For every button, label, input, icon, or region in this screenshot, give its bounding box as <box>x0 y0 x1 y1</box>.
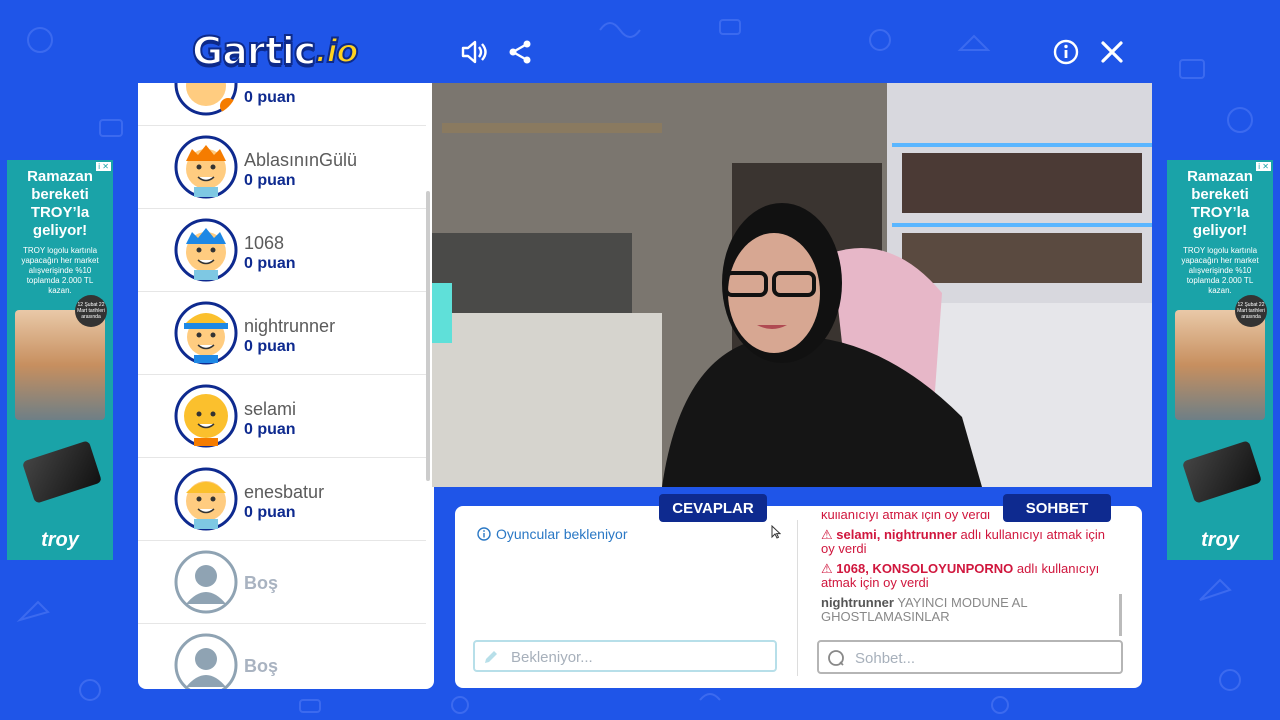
tab-answers[interactable]: CEVAPLAR <box>659 494 767 522</box>
panel-divider <box>797 520 798 676</box>
warning-icon: ⚠ <box>821 527 837 542</box>
message-text: kullanıcıyı atmak için oy verdi <box>821 512 991 522</box>
empty-avatar-icon <box>174 633 238 689</box>
ad-headline: Ramazan bereketi TROY’la geliyor! <box>27 168 93 239</box>
player-row[interactable]: 0 puan <box>138 83 426 126</box>
ad-brand: troy <box>1201 529 1239 551</box>
chat-input[interactable] <box>853 647 1117 669</box>
chat-message: ⚠ 1068, KONSOLOYUNPORNO adlı kullanıcıyı… <box>821 562 1117 590</box>
waiting-status: Oyuncular bekleniyor <box>477 526 628 542</box>
ad-card-image <box>1181 440 1263 504</box>
waiting-status-text: Oyuncular bekleniyor <box>496 526 628 542</box>
right-advertisement[interactable]: i ✕ Ramazan bereketi TROY’la geliyor! TR… <box>1167 160 1273 560</box>
player-points: 0 puan <box>244 338 296 355</box>
message-names: 1068, KONSOLOYUNPORNO <box>836 561 1014 576</box>
message-names: nightrunner <box>821 595 894 610</box>
logo-suffix-text: .io <box>314 31 359 71</box>
player-row[interactable]: enesbatur 0 puan <box>138 458 426 541</box>
adchoices-icon[interactable]: i ✕ <box>96 162 111 171</box>
player-avatar <box>174 301 238 365</box>
answer-field[interactable] <box>473 640 777 672</box>
ad-brand: troy <box>41 529 79 551</box>
player-name: nightrunner <box>244 316 336 336</box>
player-row[interactable]: AblasınınGülü 0 puan <box>138 126 426 209</box>
share-icon[interactable] <box>506 38 534 66</box>
player-points: 0 puan <box>244 89 296 106</box>
player-avatar <box>174 218 238 282</box>
ad-headline: Ramazan bereketi TROY’la geliyor! <box>1187 168 1253 239</box>
warning-icon: ⚠ <box>821 561 837 576</box>
player-row[interactable]: 1068 0 puan <box>138 209 426 292</box>
player-name: enesbatur <box>244 482 325 502</box>
chat-message: nightrunner YAYINCI MODUNE AL GHOSTLAMAS… <box>821 596 1117 624</box>
chat-message: ⚠ selami, nightrunner adlı kullanıcıyı a… <box>821 528 1117 556</box>
player-name: selami <box>244 399 297 419</box>
player-name: 1068 <box>244 233 285 253</box>
empty-slot: Boş <box>138 541 426 624</box>
player-avatar <box>174 384 238 448</box>
message-names: selami, nightrunner <box>836 527 957 542</box>
ad-card-image <box>21 440 103 504</box>
ad-date-badge: 12 Şubat 22 Mart tarihleri arasında <box>75 295 107 327</box>
player-row[interactable]: selami 0 puan <box>138 375 426 458</box>
player-name: AblasınınGülü <box>244 150 358 170</box>
logo-main-text: Gartic <box>191 28 317 74</box>
info-icon <box>477 527 491 541</box>
players-scrollbar[interactable] <box>426 191 430 481</box>
ad-body: TROY logolu kartınla yapacağın her marke… <box>21 246 99 295</box>
chat-bubble-icon <box>828 650 844 666</box>
player-row[interactable]: nightrunner 0 puan <box>138 292 426 375</box>
chat-scrollbar[interactable] <box>1119 594 1122 636</box>
player-points: 0 puan <box>244 504 296 521</box>
chat-field[interactable] <box>817 640 1123 674</box>
sound-icon[interactable] <box>460 38 488 66</box>
player-avatar <box>174 83 238 116</box>
players-panel[interactable]: 0 puan AblasınınGülü 0 puan 1068 0 puan … <box>138 83 434 689</box>
left-advertisement[interactable]: i ✕ Ramazan bereketi TROY’la geliyor! TR… <box>7 160 113 560</box>
pencil-icon <box>485 651 497 663</box>
player-avatar <box>174 135 238 199</box>
empty-slot: Boş <box>138 624 426 689</box>
answers-chat-panel: Oyuncular bekleniyor kullanıcıyı atmak i… <box>455 506 1142 688</box>
player-points: 0 puan <box>244 421 296 438</box>
chat-log[interactable]: kullanıcıyı atmak için oy verdi ⚠ selami… <box>821 512 1117 636</box>
player-avatar <box>174 467 238 531</box>
adchoices-icon[interactable]: i ✕ <box>1256 162 1271 171</box>
streamer-webcam-video <box>432 83 1152 487</box>
gartic-logo: Gartic .io <box>191 28 359 74</box>
info-icon[interactable] <box>1052 38 1080 66</box>
ad-body: TROY logolu kartınla yapacağın her marke… <box>1181 246 1259 295</box>
tab-chat[interactable]: SOHBET <box>1003 494 1111 522</box>
player-points: 0 puan <box>244 172 296 189</box>
empty-avatar-icon <box>174 550 238 614</box>
mouse-cursor-icon <box>771 525 781 539</box>
player-points: 0 puan <box>244 255 296 272</box>
player-name: Boş <box>244 573 279 593</box>
answer-input[interactable] <box>509 646 773 668</box>
player-name: Boş <box>244 656 279 676</box>
ad-date-badge: 12 Şubat 22 Mart tarihleri arasında <box>1235 295 1267 327</box>
close-icon[interactable] <box>1098 38 1126 66</box>
